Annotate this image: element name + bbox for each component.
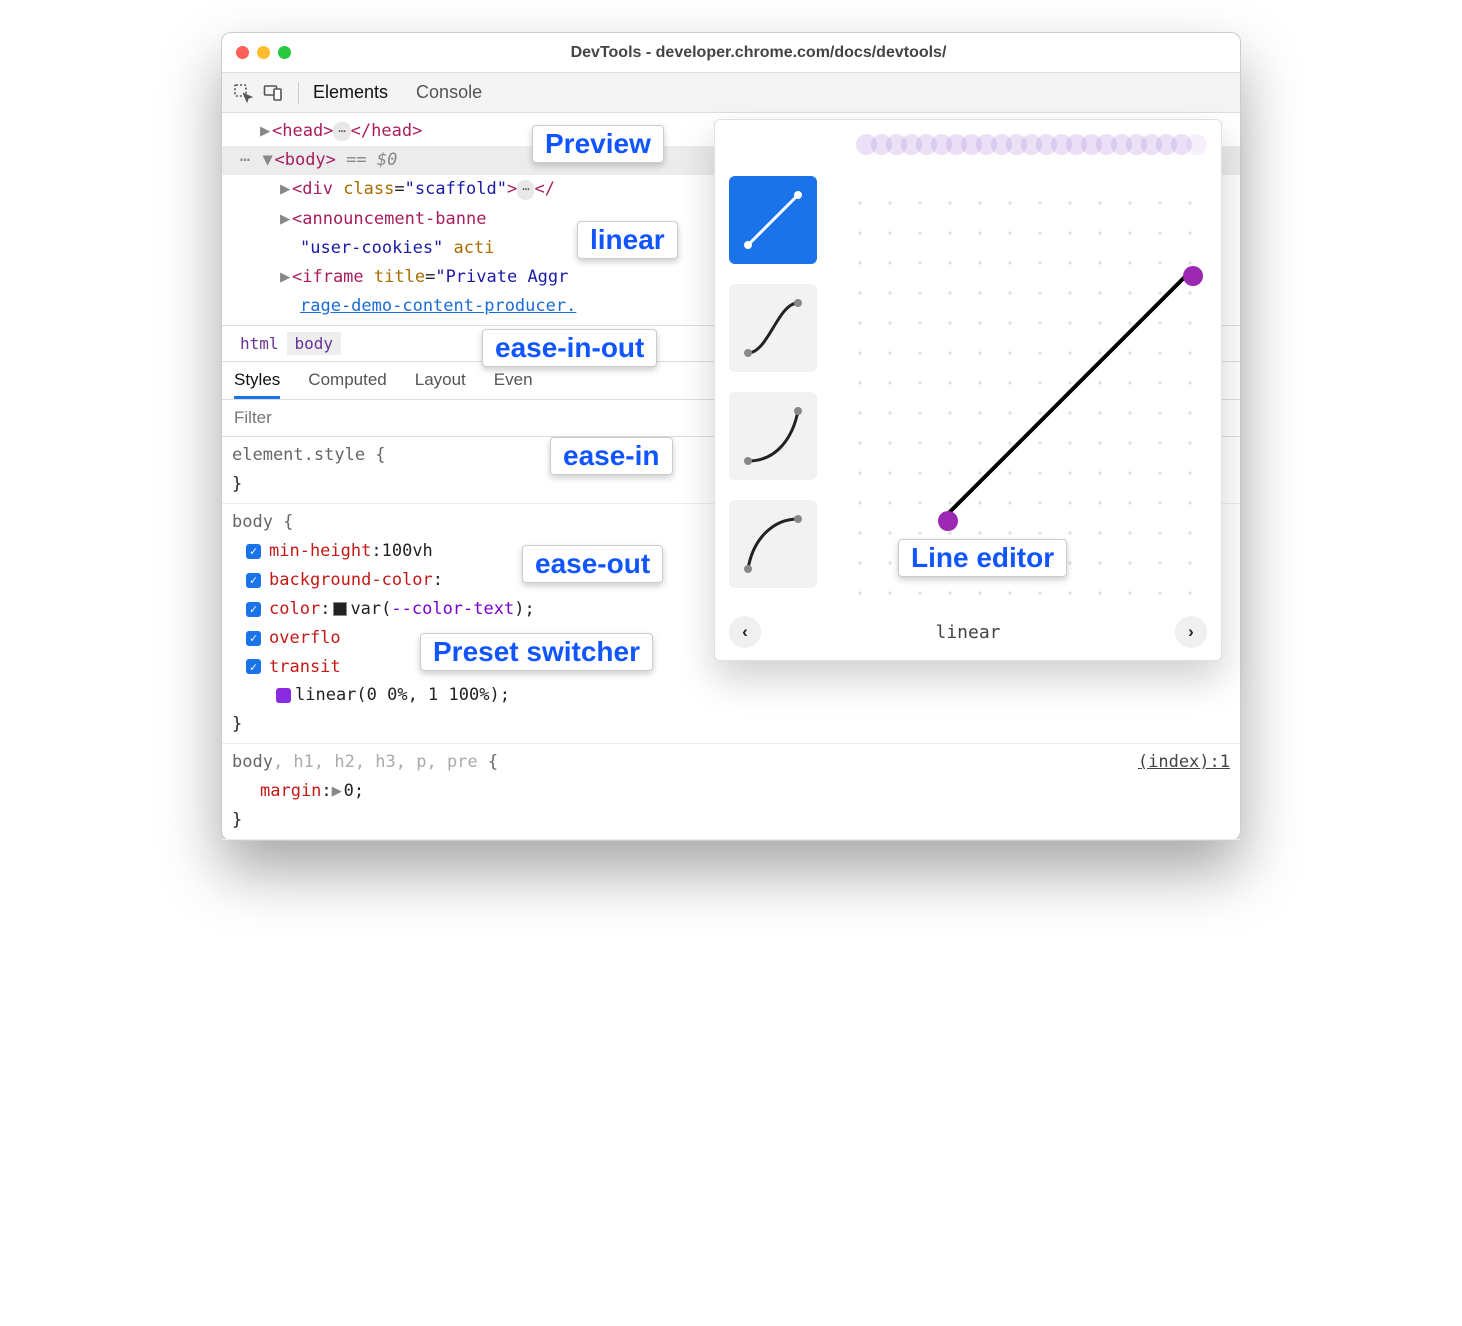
prop-margin[interactable]: margin: ▶0;	[232, 777, 1230, 806]
inspect-icon[interactable]	[232, 82, 254, 104]
tab-console[interactable]: Console	[416, 82, 482, 103]
source-link[interactable]: (index):1	[1138, 748, 1230, 777]
callout-preview: Preview	[532, 125, 664, 163]
tab-layout[interactable]: Layout	[415, 370, 466, 399]
toolbar: Elements Console	[222, 73, 1240, 113]
checkbox-icon[interactable]	[246, 573, 261, 588]
callout-ease-out: ease-out	[522, 545, 663, 583]
easing-editor-popover: ‹ linear ›	[714, 119, 1222, 661]
preset-ease-out[interactable]	[729, 500, 817, 588]
device-icon[interactable]	[262, 82, 284, 104]
callout-line-editor: Line editor	[898, 539, 1067, 577]
curve-handle-end[interactable]	[1183, 266, 1203, 286]
easing-presets	[729, 176, 817, 606]
easing-preview	[729, 134, 1207, 164]
preset-ease-in-out[interactable]	[729, 284, 817, 372]
window-title: DevTools - developer.chrome.com/docs/dev…	[291, 44, 1226, 62]
titlebar: DevTools - developer.chrome.com/docs/dev…	[222, 33, 1240, 73]
iframe-src-link[interactable]: rage-demo-content-producer.	[300, 296, 576, 316]
next-preset-button[interactable]: ›	[1175, 616, 1207, 648]
tab-elements[interactable]: Elements	[313, 82, 388, 103]
traffic-lights	[236, 46, 291, 59]
color-swatch-icon[interactable]	[333, 602, 347, 616]
prop-linear[interactable]: linear(0 0%, 1 100%);	[232, 681, 1230, 710]
close-icon[interactable]	[236, 46, 249, 59]
chevron-left-icon: ‹	[742, 622, 748, 642]
tab-computed[interactable]: Computed	[308, 370, 386, 399]
maximize-icon[interactable]	[278, 46, 291, 59]
callout-ease-in-out: ease-in-out	[482, 329, 657, 367]
preset-switcher: ‹ linear ›	[729, 616, 1207, 648]
tab-event[interactable]: Even	[494, 370, 533, 399]
checkbox-icon[interactable]	[246, 544, 261, 559]
preset-ease-in[interactable]	[729, 392, 817, 480]
preset-name: linear	[935, 622, 1000, 643]
preset-linear[interactable]	[729, 176, 817, 264]
breadcrumb-body[interactable]: body	[287, 332, 342, 355]
curve-handle-start[interactable]	[938, 511, 958, 531]
devtools-window: DevTools - developer.chrome.com/docs/dev…	[221, 32, 1241, 841]
callout-ease-in: ease-in	[550, 437, 673, 475]
easing-swatch-icon[interactable]	[276, 688, 291, 703]
selector-body-group: body, h1, h2, h3, p, pre {	[232, 748, 1230, 777]
breadcrumb-html[interactable]: html	[232, 332, 287, 355]
prev-preset-button[interactable]: ‹	[729, 616, 761, 648]
callout-linear: linear	[577, 221, 678, 259]
ellipsis-icon[interactable]: ⋯	[333, 122, 350, 141]
tab-styles[interactable]: Styles	[234, 370, 280, 399]
divider	[298, 82, 299, 104]
callout-preset-switcher: Preset switcher	[420, 633, 653, 671]
minimize-icon[interactable]	[257, 46, 270, 59]
checkbox-icon[interactable]	[246, 659, 261, 674]
checkbox-icon[interactable]	[246, 602, 261, 617]
checkbox-icon[interactable]	[246, 631, 261, 646]
chevron-right-icon: ›	[1188, 622, 1194, 642]
